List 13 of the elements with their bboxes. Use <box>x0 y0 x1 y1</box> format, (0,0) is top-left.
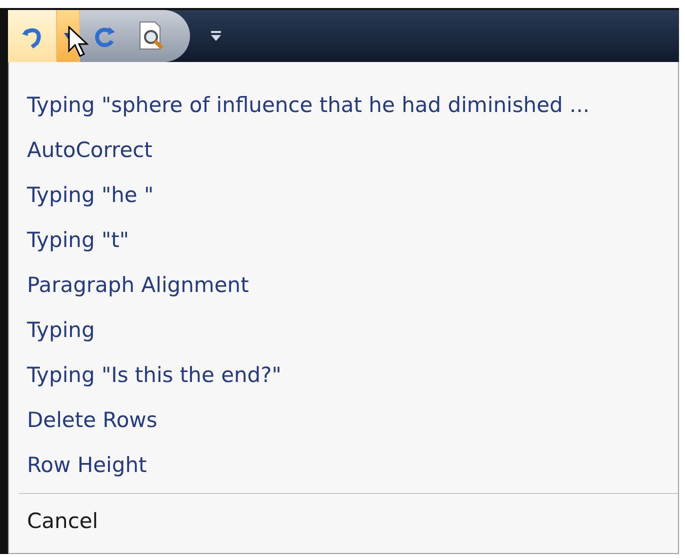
customize-icon <box>210 30 222 42</box>
menu-item[interactable]: Typing "sphere of influence that he had diminished ... <box>9 82 678 127</box>
menu-item[interactable]: Delete Rows <box>9 397 678 442</box>
menu-item[interactable]: Typing "he " <box>9 172 678 217</box>
menu-item[interactable]: Paragraph Alignment <box>9 262 678 307</box>
menu-item[interactable]: AutoCorrect <box>9 127 678 172</box>
menu-item[interactable]: Row Height <box>9 442 678 487</box>
cancel-item[interactable]: Cancel <box>9 498 678 543</box>
menu-item[interactable]: Typing "t" <box>9 217 678 262</box>
undo-button[interactable] <box>8 10 57 62</box>
menu-item[interactable]: Typing <box>9 307 678 352</box>
cursor-icon <box>68 26 90 58</box>
menu-item[interactable]: Typing "Is this the end?" <box>9 352 678 397</box>
